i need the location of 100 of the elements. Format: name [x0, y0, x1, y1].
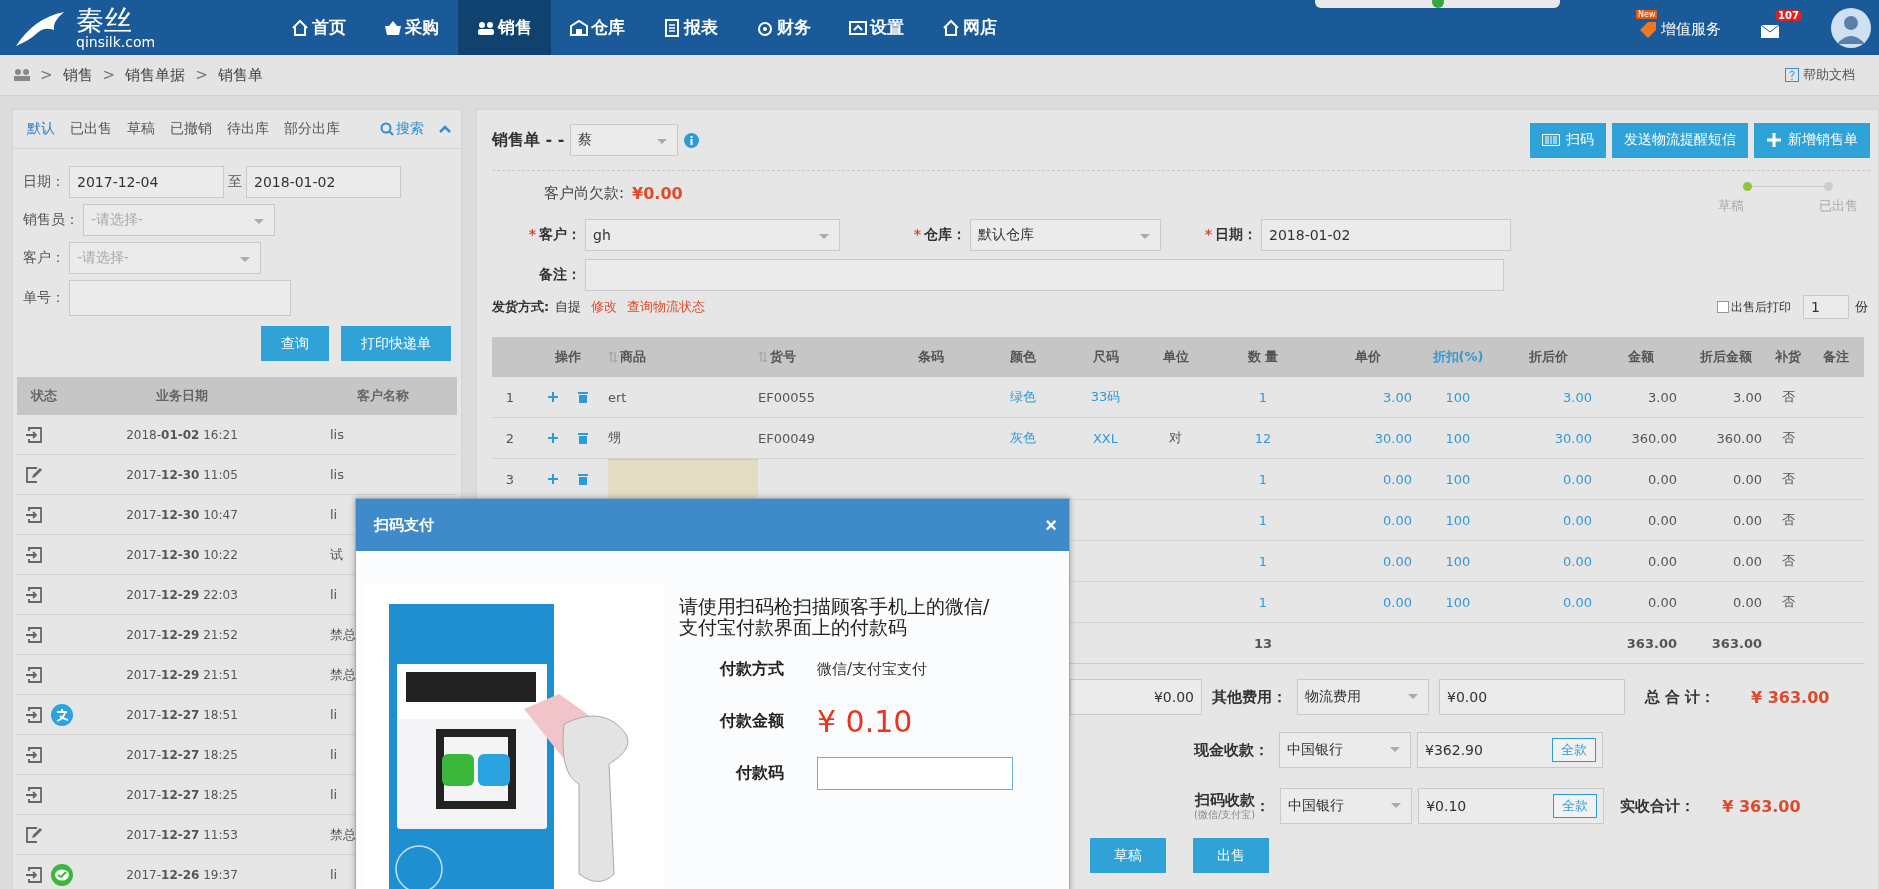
table-cell: 3.00 — [1563, 389, 1592, 405]
add-icon[interactable] — [548, 433, 558, 443]
info-icon[interactable] — [684, 132, 700, 148]
note-field[interactable] — [585, 259, 1504, 291]
filter-tab[interactable]: 已撤销 — [170, 120, 212, 138]
table-cell: 360.00 — [1716, 430, 1762, 446]
fee-type-select[interactable]: 物流费用 — [1297, 679, 1429, 715]
order-row[interactable]: 2017-12-30 11:05 lis — [17, 455, 457, 495]
breadcrumb-link[interactable]: 销售 — [62, 65, 93, 85]
table-cell: 对 — [1169, 429, 1182, 447]
debt-amount: ¥0.00 — [632, 183, 683, 203]
fee-field[interactable]: ¥0.00 — [1439, 679, 1625, 715]
customer-name: lis — [330, 427, 344, 442]
sign-in-icon — [25, 785, 43, 804]
column-header: 单位 — [1162, 348, 1189, 366]
account-select[interactable]: 中国银行 — [1279, 732, 1411, 768]
help-docs-link[interactable]: 帮助文档 — [1785, 66, 1855, 84]
breadcrumb-link[interactable]: 销售单 — [217, 65, 263, 85]
sign-in-icon — [25, 545, 43, 564]
field-label: 付款码 — [734, 763, 784, 785]
add-icon[interactable] — [548, 474, 558, 484]
mail-icon[interactable] — [1761, 24, 1779, 38]
field-label: 其他费用： — [1212, 687, 1287, 707]
filter-tab[interactable]: 草稿 — [127, 120, 155, 138]
sign-in-icon — [25, 745, 43, 764]
order-number-field[interactable] — [69, 280, 291, 316]
operator-select[interactable]: 蔡 — [570, 124, 679, 156]
nav-tab[interactable]: 报表 — [644, 0, 737, 55]
instruction-text: 请使用扫码枪扫描顾客手机上的微信/支付宝付款界面上的付款码 — [679, 596, 991, 638]
table-cell: 1 — [1258, 512, 1268, 528]
field-label: 付款方式 — [718, 659, 784, 681]
nav-tab[interactable]: 采购 — [365, 0, 458, 55]
nav-tab[interactable]: 财务 — [737, 0, 830, 55]
customer-name: li — [330, 787, 338, 802]
value-service-link[interactable]: 增值服务 — [1638, 19, 1721, 40]
nav-tab[interactable]: 首页 — [272, 0, 365, 55]
collapse-icon[interactable] — [439, 125, 451, 133]
column-header: 备注 — [1823, 348, 1849, 366]
edit-icon — [25, 825, 43, 844]
wechat-icon — [51, 863, 73, 886]
table-cell: 0.00 — [1383, 594, 1412, 610]
discount-field[interactable]: ¥0.00 — [1070, 679, 1202, 715]
field-label: 现金收款： — [1194, 740, 1269, 760]
date-from-field[interactable]: 2017-12-04 — [69, 166, 224, 198]
customer-select[interactable]: gh — [585, 219, 840, 251]
filter-tab[interactable]: 部分出库 — [284, 120, 340, 138]
trash-icon[interactable] — [578, 391, 588, 403]
date-to-field[interactable]: 2018-01-02 — [246, 166, 401, 198]
trash-icon[interactable] — [578, 473, 588, 485]
table-cell: 0.00 — [1648, 553, 1677, 569]
filter-tab[interactable]: 默认 — [27, 120, 55, 138]
payment-code-field[interactable] — [817, 757, 1013, 791]
filter-tab[interactable]: 已出售 — [70, 120, 112, 138]
table-cell: 0.00 — [1648, 512, 1677, 528]
nav-tab[interactable]: 网店 — [923, 0, 1016, 55]
shipping-link[interactable]: 查询物流状态 — [627, 298, 706, 316]
nav-tab[interactable]: 仓库 — [551, 0, 644, 55]
customer-name: 试 — [330, 546, 343, 562]
scan-amount-field[interactable]: ¥0.10 全款 — [1418, 788, 1605, 824]
shipping-link[interactable]: 修改 — [591, 298, 618, 316]
nav-tab[interactable]: 销售 — [458, 0, 551, 55]
field-label: 日期： — [23, 173, 65, 191]
table-cell: 否 — [1781, 388, 1795, 406]
shipping-method: 自提 — [555, 298, 582, 316]
close-button[interactable]: × — [1045, 513, 1057, 537]
house-icon — [942, 18, 960, 37]
dialog-title: 扫码支付 — [374, 515, 434, 535]
filter-tab[interactable]: 待出库 — [227, 120, 269, 138]
avatar-icon[interactable] — [1831, 7, 1871, 48]
cash-amount-field[interactable]: ¥362.90 全款 — [1417, 732, 1603, 768]
add-icon[interactable] — [548, 392, 558, 402]
breadcrumb-separator: > — [195, 66, 208, 84]
sort-icon[interactable] — [758, 351, 768, 363]
breadcrumb-link[interactable]: 销售单据 — [125, 65, 186, 85]
alipay-icon — [51, 703, 73, 726]
product-input[interactable] — [608, 459, 758, 499]
document-icon — [663, 18, 681, 37]
warehouse-select[interactable]: 默认仓库 — [970, 219, 1161, 251]
nav-tab[interactable]: 设置 — [830, 0, 923, 55]
received-amount: ¥ 363.00 — [1722, 796, 1801, 816]
notification-tab[interactable] — [1315, 0, 1560, 8]
customer-name: 禁总 — [330, 666, 356, 682]
checkbox[interactable] — [1717, 301, 1729, 313]
date-field[interactable]: 2018-01-02 — [1261, 219, 1511, 251]
required-mark: * — [528, 226, 536, 242]
total-amount: 363.00 — [1626, 635, 1677, 651]
table-cell: 1 — [1258, 594, 1268, 610]
column-header: 折后金额 — [1699, 348, 1752, 366]
order-row[interactable]: 2018-01-02 16:21 lis — [17, 415, 457, 455]
table-cell: 1 — [1258, 389, 1268, 405]
total-quantity: 13 — [1253, 635, 1273, 651]
payment-amount: ¥ 0.10 — [817, 704, 913, 740]
date-text: 2017-12-27 11:53 — [125, 827, 239, 842]
copies-field[interactable]: 1 — [1803, 295, 1849, 319]
table-cell: 否 — [1781, 470, 1795, 488]
trash-icon[interactable] — [578, 432, 588, 444]
column-header: 折后价 — [1528, 348, 1568, 366]
account-select[interactable]: 中国银行 — [1280, 788, 1413, 824]
table-cell: 0.00 — [1383, 553, 1412, 569]
sort-icon[interactable] — [608, 351, 618, 363]
